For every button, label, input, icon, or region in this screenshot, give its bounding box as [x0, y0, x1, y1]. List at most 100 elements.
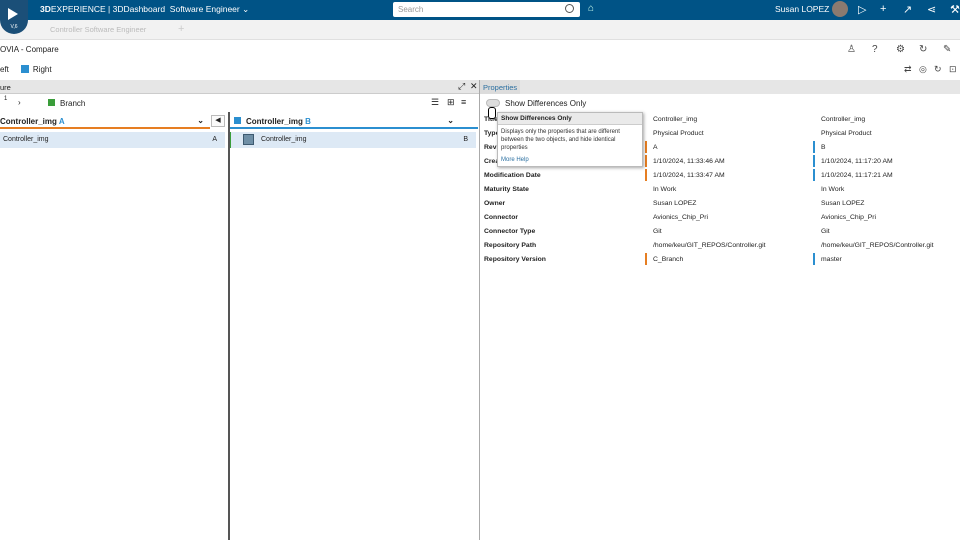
help-icon[interactable]: ? — [872, 44, 878, 55]
top-bar: 3DEXPERIENCE | 3DDashboard Software Engi… — [0, 0, 960, 20]
app-title: OVIA - Compare — [0, 45, 59, 54]
property-row: Modification Date 1/10/2024, 11:33:47 AM 1… — [480, 169, 960, 183]
sync-icon[interactable]: ↻ — [934, 64, 942, 75]
checkbox-icon[interactable] — [48, 99, 55, 106]
hide-icon[interactable]: ◎ — [919, 64, 927, 75]
right-color-swatch — [20, 65, 29, 73]
version-label: V,6 — [10, 24, 18, 30]
property-value-b: 1/10/2024, 11:17:21 AM — [821, 172, 893, 179]
legend-left: eft — [0, 65, 9, 74]
property-value-a: /home/keu/GIT_REPOS/Controller.git — [653, 242, 766, 249]
expand-icon[interactable]: ⊡ — [949, 64, 957, 75]
property-row: Connector Avionics_Chip_Pri Avionics_Chip_… — [480, 211, 960, 225]
more-help-link[interactable]: More Help — [501, 157, 529, 163]
add-tab-icon[interactable]: + — [178, 23, 184, 35]
chevron-down-icon[interactable]: ⌄ — [447, 116, 454, 125]
structure-panel-header: ure ⤢ ✕ — [0, 80, 480, 94]
column-b-swatch — [234, 117, 241, 124]
row-a-tag: A — [212, 136, 217, 143]
filter-icon[interactable]: ≡ — [461, 97, 466, 107]
diff-marker-a — [645, 253, 647, 265]
diff-marker-a — [645, 155, 647, 167]
pin-icon[interactable]: ✎ — [943, 44, 951, 55]
app-brand[interactable]: 3DEXPERIENCE | 3DDashboard Software Engi… — [40, 4, 249, 15]
avatar[interactable] — [832, 1, 848, 17]
tag-icon[interactable]: ⌂ — [588, 3, 594, 14]
property-value-b: Susan LOPEZ — [821, 200, 865, 207]
property-value-b: Physical Product — [821, 130, 872, 137]
list-icon[interactable]: ☰ — [431, 97, 439, 108]
structure-toolbar: 1 › Branch ☰ ⊞ ≡ — [0, 95, 480, 112]
column-divider[interactable] — [228, 112, 230, 540]
tooltip-body: Displays only the properties that are di… — [501, 129, 620, 151]
toggle-switch[interactable] — [486, 99, 500, 107]
property-value-a: 1/10/2024, 11:33:46 AM — [653, 158, 725, 165]
refresh-icon[interactable]: ↻ — [919, 44, 927, 55]
chevron-down-icon[interactable]: ⌄ — [197, 116, 204, 125]
brand-3d: 3D — [40, 4, 51, 14]
column-b-header[interactable]: Controller_img B ⌄ — [228, 114, 478, 129]
close-icon[interactable]: ✕ — [470, 81, 478, 92]
property-row: Connector Type Git Git — [480, 225, 960, 239]
expand-level[interactable]: 1 — [4, 96, 7, 102]
network-icon[interactable]: ⋖ — [927, 3, 936, 16]
role-selector[interactable]: Software Engineer — [170, 4, 240, 14]
property-key: Owner — [484, 200, 506, 207]
property-row: Repository Version C_Branch master — [480, 253, 960, 267]
share-icon[interactable]: ↗ — [903, 3, 912, 16]
tree-icon[interactable]: ⊞ — [447, 97, 455, 108]
property-key: Repository Version — [484, 256, 546, 263]
row-b-name: Controller_img — [261, 136, 307, 143]
property-value-a: Controller_img — [653, 116, 698, 123]
diff-marker-a — [645, 141, 647, 153]
compass-logo[interactable]: V,6 — [0, 0, 28, 34]
tools-icon[interactable]: ⚒ — [950, 3, 960, 16]
property-value-b: master — [821, 256, 842, 263]
property-value-a: 1/10/2024, 11:33:47 AM — [653, 172, 725, 179]
properties-panel-header: Properties — [480, 80, 960, 94]
swap-icon[interactable]: ⇄ — [904, 64, 912, 75]
property-value-b: B — [821, 144, 826, 151]
search-icon[interactable] — [565, 4, 574, 13]
property-value-a: A — [653, 144, 658, 151]
diff-marker-b — [813, 253, 815, 265]
property-value-b: Controller_img — [821, 116, 866, 123]
user-settings-icon[interactable]: ♙ — [847, 44, 856, 55]
diff-marker-b — [813, 169, 815, 181]
tab-controller-software[interactable]: Controller Software Engineer — [50, 25, 146, 34]
property-value-b: 1/10/2024, 11:17:20 AM — [821, 158, 893, 165]
property-row: Repository Path/home/keu/GIT_REPOS/Contr… — [480, 239, 960, 253]
column-b-letter: B — [305, 117, 311, 126]
column-b-title: Controller_img — [246, 117, 303, 126]
property-key: Maturity State — [484, 186, 529, 193]
user-name[interactable]: Susan LOPEZ — [775, 4, 829, 14]
property-value-b: /home/keu/GIT_REPOS/Controller.git — [821, 242, 934, 249]
add-icon[interactable]: + — [880, 3, 886, 15]
collapse-left-button[interactable]: ◀ — [211, 115, 225, 127]
tab-strip: Controller Software Engineer + — [0, 20, 960, 40]
legend-right: Right — [32, 65, 52, 74]
gear-icon[interactable]: ⚙ — [896, 44, 905, 55]
tree-row-b[interactable]: Controller_img B — [228, 132, 476, 148]
tooltip-title: Show Differences Only — [498, 113, 642, 125]
property-key: Modification Date — [484, 172, 541, 179]
tab-properties[interactable]: Properties — [480, 80, 521, 94]
show-differences-toggle[interactable]: Show Differences Only — [486, 99, 586, 108]
property-key: Connector Type — [484, 228, 536, 235]
property-value-a: Avionics_Chip_Pri — [653, 214, 709, 221]
tree-row-a[interactable]: Controller_img A — [0, 132, 225, 148]
feedback-icon[interactable]: ▷ — [858, 3, 866, 16]
chevron-right-icon[interactable]: › — [18, 98, 21, 107]
search-input[interactable]: Search — [393, 2, 580, 17]
property-value-a: Susan LOPEZ — [653, 200, 697, 207]
diff-marker-a — [645, 169, 647, 181]
column-a-header[interactable]: Controller_img A ⌄ — [0, 114, 210, 129]
row-a-name: Controller_img — [3, 136, 49, 143]
tooltip: Show Differences Only Displays only the … — [497, 112, 643, 167]
toggle-label: Show Differences Only — [505, 99, 587, 108]
mouse-cursor — [488, 107, 496, 119]
diff-marker-b — [813, 155, 815, 167]
maximize-icon[interactable]: ⤢ — [458, 81, 465, 92]
play-icon — [8, 8, 18, 20]
property-row: Owner Susan LOPEZ Susan LOPEZ — [480, 197, 960, 211]
